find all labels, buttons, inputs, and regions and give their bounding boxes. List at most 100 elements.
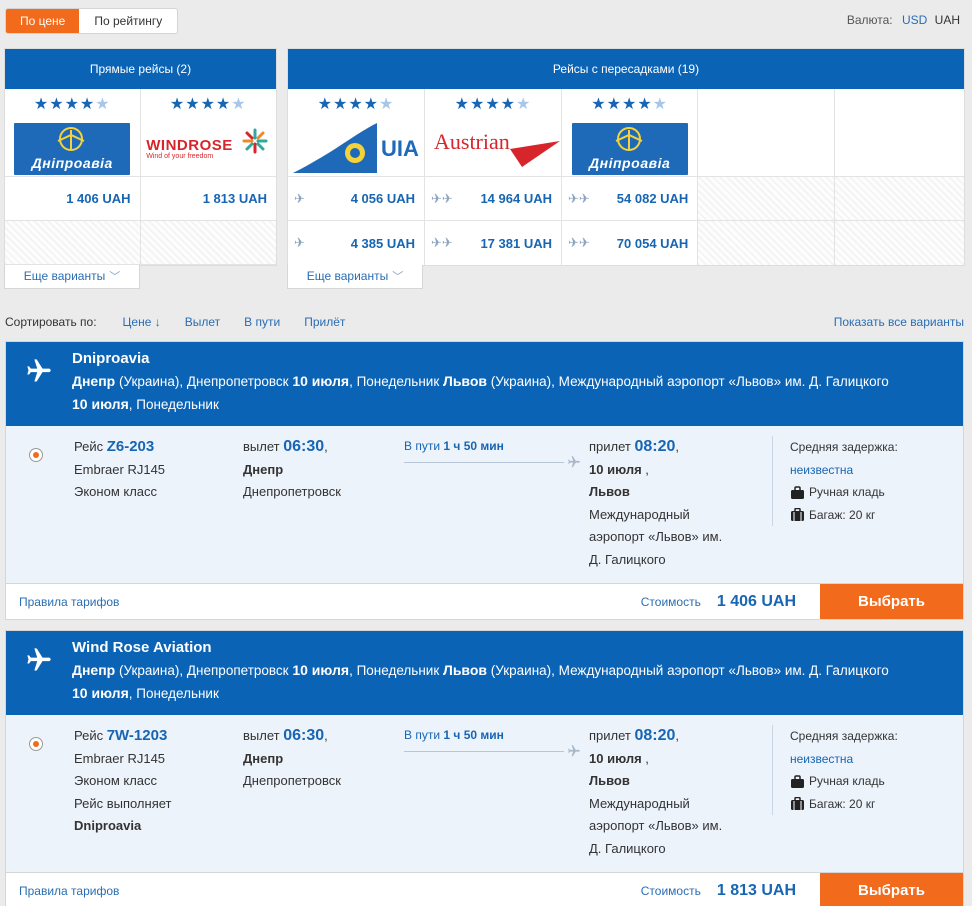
arrival-date: 10 июля — [589, 461, 642, 477]
arrival-date: 10 июля — [589, 750, 642, 766]
select-flight-radio[interactable] — [29, 737, 43, 751]
sort-by-arrival-link[interactable]: Прилёт — [304, 315, 345, 329]
airplane-icon — [568, 745, 580, 757]
price-cell[interactable]: 1 406 UAH — [5, 177, 140, 221]
currency-switcher: Валюта: USD UAH — [847, 13, 960, 27]
one-stop-icon: ✈ — [294, 235, 305, 250]
price-cell[interactable]: 1 813 UAH — [140, 177, 276, 221]
delay-value: неизвестна — [790, 751, 854, 766]
fare-rules-link[interactable]: Правила тарифов — [19, 884, 119, 898]
flight-card-header: Wind Rose Aviation Днепр (Украина), Днеп… — [6, 631, 963, 715]
aircraft: Embraer RJ145 — [74, 461, 166, 477]
two-stops-icon: ✈✈ — [568, 190, 590, 206]
delay-value: неизвестна — [790, 462, 854, 477]
airline-column[interactable]: ★★★★★ UIA ✈ 4 056 UAH ✈ 4 385 UAH — [288, 89, 425, 265]
empty-cell — [140, 221, 276, 265]
dniproavia-logo: Днiпроавiа — [14, 122, 131, 175]
sort-by-duration-link[interactable]: В пути — [244, 315, 280, 329]
connecting-flights-header[interactable]: Рейсы с пересадками (19) — [288, 49, 964, 89]
two-stops-icon: ✈✈ — [568, 235, 590, 250]
rating-stars: ★★★★★ — [169, 96, 247, 113]
airline-column[interactable]: ★★★★★ Днiпроавiа 1 406 UAH — [5, 89, 141, 265]
arrival-time: 08:20 — [634, 727, 676, 744]
extra-info: Средняя задержка: неизвестна Ручная клад… — [772, 725, 898, 815]
cost-label: Стоимость — [640, 883, 701, 898]
flight-info: Рейс Z6-203 Embraer RJ145 Эконом класс — [74, 436, 165, 504]
cost-value: 1 813 UAH — [716, 881, 796, 899]
price-cell[interactable]: ✈ 4 385 UAH — [288, 221, 424, 265]
airline-column[interactable]: ★★★★★ Austrian ✈✈ 14 964 UAH ✈✈ 17 381 UAH — [425, 89, 562, 265]
cabin-class: Эконом класс — [74, 773, 158, 788]
more-options-connecting-button[interactable]: Еще варианты ﹀ — [287, 265, 423, 289]
airplane-icon — [27, 648, 51, 671]
departure-airport: Днепропетровск — [243, 484, 341, 499]
operated-by: Dniproavia — [74, 818, 142, 833]
two-stops-icon: ✈✈ — [431, 235, 453, 250]
sort-by-rating-button[interactable]: По рейтингу — [79, 9, 177, 33]
windrose-logo: WINDROSE Wind of your freedom — [146, 128, 270, 160]
baggage-icon — [791, 508, 804, 522]
currency-usd-link[interactable]: USD — [902, 13, 927, 27]
route-text: Днепр (Украина), Днепропетровск 10 июля,… — [72, 373, 889, 412]
select-flight-radio[interactable] — [29, 448, 43, 462]
arrival-city: Львов — [589, 484, 630, 499]
empty-column — [834, 89, 965, 265]
duration-info: В пути 1 ч 50 мин — [404, 728, 580, 757]
departure-city: Днепр — [243, 750, 284, 766]
dniproavia-logo: Днiпроавiа — [571, 122, 688, 175]
arrival-info: прилет 08:20, 10 июля , Львов Международ… — [589, 438, 723, 567]
cost-value: 1 406 UAH — [716, 592, 796, 610]
empty-column — [698, 89, 835, 265]
direct-flights-matrix: Прямые рейсы (2) ★★★★★ Днiпроавiа 1 406 … — [4, 48, 277, 266]
more-options-direct-button[interactable]: Еще варианты ﹀ — [4, 265, 140, 289]
choose-button[interactable]: Выбрать — [820, 873, 963, 906]
operated-label: Рейс выполняет — [74, 795, 172, 811]
aircraft: Embraer RJ145 — [74, 750, 166, 766]
chevron-down-icon: ﹀ — [392, 271, 404, 283]
price-cell[interactable]: ✈✈ 14 964 UAH — [425, 177, 561, 221]
connecting-flights-matrix: Рейсы с пересадками (19) ★★★★★ UIA ✈ 4 05… — [287, 48, 965, 266]
departure-time: 06:30 — [283, 727, 325, 744]
flight-card-header: Dniproavia Днепр (Украина), Днепропетров… — [6, 342, 963, 426]
sort-by-departure-link[interactable]: Вылет — [185, 315, 220, 329]
flight-number: Z6-203 — [106, 438, 155, 455]
duration-value: 1 ч 50 мин — [443, 728, 504, 742]
show-all-options-link[interactable]: Показать все варианты — [834, 315, 964, 329]
rating-stars: ★★★★★ — [33, 96, 111, 113]
cabin-class: Эконом класс — [74, 484, 158, 499]
choose-button[interactable]: Выбрать — [820, 584, 963, 619]
price-cell[interactable]: ✈✈ 54 082 UAH — [562, 177, 698, 221]
rating-stars: ★★★★★ — [591, 96, 669, 113]
route-text: Днепр (Украина), Днепропетровск 10 июля,… — [72, 662, 889, 701]
flight-card-body: Рейс 7W-1203 Embraer RJ145 Эконом класс … — [6, 715, 963, 872]
price-cell[interactable]: ✈ 4 056 UAH — [288, 177, 424, 221]
direct-flights-header[interactable]: Прямые рейсы (2) — [5, 49, 276, 89]
rating-stars: ★★★★★ — [317, 96, 395, 113]
flight-card: Wind Rose Aviation Днепр (Украина), Днеп… — [5, 630, 964, 906]
extra-info: Средняя задержка: неизвестна Ручная клад… — [772, 436, 898, 526]
sort-bar: Сортировать по: Цене ↓ Вылет В пути Прил… — [5, 312, 964, 332]
currency-label: Валюта: — [846, 13, 893, 27]
duration-info: В пути 1 ч 50 мин — [404, 439, 580, 468]
rating-stars: ★★★★★ — [454, 96, 532, 113]
sort-by-price-button[interactable]: По цене — [6, 9, 80, 33]
arrival-time: 08:20 — [634, 438, 676, 455]
airline-column[interactable]: ★★★★★ WINDROSE Wind of your freedom 1 81… — [140, 89, 276, 265]
airline-column[interactable]: ★★★★★ Днiпроавiа ✈✈ 54 082 UAH ✈✈ 70 054 U… — [562, 89, 699, 265]
arrival-city: Львов — [589, 773, 630, 788]
duration-value: 1 ч 50 мин — [443, 439, 504, 453]
sort-label: Сортировать по: — [5, 315, 97, 329]
flight-number: 7W-1203 — [106, 727, 168, 744]
price-cell[interactable]: ✈✈ 70 054 UAH — [562, 221, 697, 265]
two-stops-icon: ✈✈ — [431, 190, 453, 206]
baggage-icon — [791, 797, 804, 811]
sort-by-price-link[interactable]: Цене ↓ — [123, 315, 161, 329]
fare-rules-link[interactable]: Правила тарифов — [19, 595, 119, 609]
price-cell[interactable]: ✈✈ 17 381 UAH — [425, 221, 561, 265]
currency-uah-selected: UAH — [934, 13, 960, 27]
airline-name: Wind Rose Aviation — [72, 639, 212, 656]
flight-card-body: Рейс Z6-203 Embraer RJ145 Эконом класс в… — [6, 426, 963, 583]
hand-luggage-icon — [791, 775, 804, 788]
arrival-info: прилет 08:20, 10 июля , Львов Международ… — [589, 727, 723, 856]
departure-city: Днепр — [243, 461, 284, 477]
